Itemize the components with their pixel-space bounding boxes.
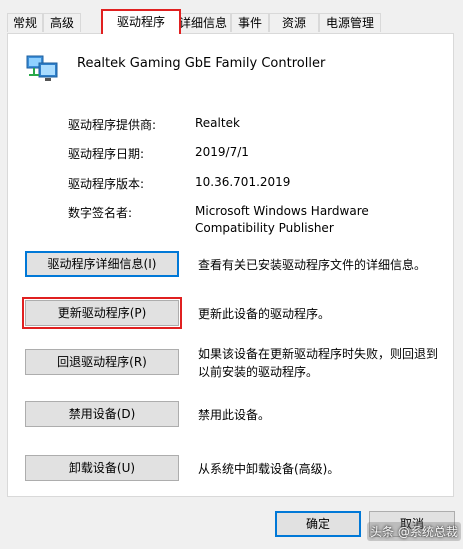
driver-details-button[interactable]: 驱动程序详细信息(I) xyxy=(25,251,179,277)
ok-button[interactable]: 确定 xyxy=(275,511,361,537)
tab-power-management[interactable]: 电源管理 xyxy=(319,13,381,32)
rollback-driver-desc-line2: 以前安装的驱动程序。 xyxy=(198,365,319,379)
tab-general[interactable]: 常规 xyxy=(7,13,43,32)
signer-value-line1: Microsoft Windows Hardware xyxy=(195,204,369,218)
device-name: Realtek Gaming GbE Family Controller xyxy=(77,56,326,71)
watermark: 头条 @系统总裁 xyxy=(367,522,461,541)
rollback-driver-button[interactable]: 回退驱动程序(R) xyxy=(25,349,179,375)
signer-label: 数字签名者: xyxy=(68,206,133,220)
uninstall-device-button[interactable]: 卸载设备(U) xyxy=(25,455,179,481)
update-driver-button[interactable]: 更新驱动程序(P) xyxy=(22,297,182,329)
disable-device-button[interactable]: 禁用设备(D) xyxy=(25,401,179,427)
disable-device-desc: 禁用此设备。 xyxy=(198,408,271,422)
driver-details-desc: 查看有关已安装驱动程序文件的详细信息。 xyxy=(198,258,427,272)
tab-advanced[interactable]: 高级 xyxy=(43,13,81,32)
date-label: 驱动程序日期: xyxy=(68,147,145,161)
signer-value-line2: Compatibility Publisher xyxy=(195,221,334,235)
provider-value: Realtek xyxy=(195,116,240,130)
update-driver-desc: 更新此设备的驱动程序。 xyxy=(198,307,331,321)
uninstall-device-desc: 从系统中卸载设备(高级)。 xyxy=(198,462,340,476)
tab-resources[interactable]: 资源 xyxy=(269,13,319,32)
network-adapter-icon xyxy=(25,53,61,83)
date-value: 2019/7/1 xyxy=(195,145,249,159)
provider-label: 驱动程序提供商: xyxy=(68,118,157,132)
version-value: 10.36.701.2019 xyxy=(195,175,291,189)
tab-details[interactable]: 详细信息 xyxy=(175,13,231,32)
version-label: 驱动程序版本: xyxy=(68,177,145,191)
tab-driver[interactable]: 驱动程序 xyxy=(101,9,181,34)
driver-panel: Realtek Gaming GbE Family Controller 驱动程… xyxy=(7,33,454,497)
rollback-driver-desc-line1: 如果该设备在更新驱动程序时失败，则回退到 xyxy=(198,347,439,361)
tab-events[interactable]: 事件 xyxy=(231,13,269,32)
